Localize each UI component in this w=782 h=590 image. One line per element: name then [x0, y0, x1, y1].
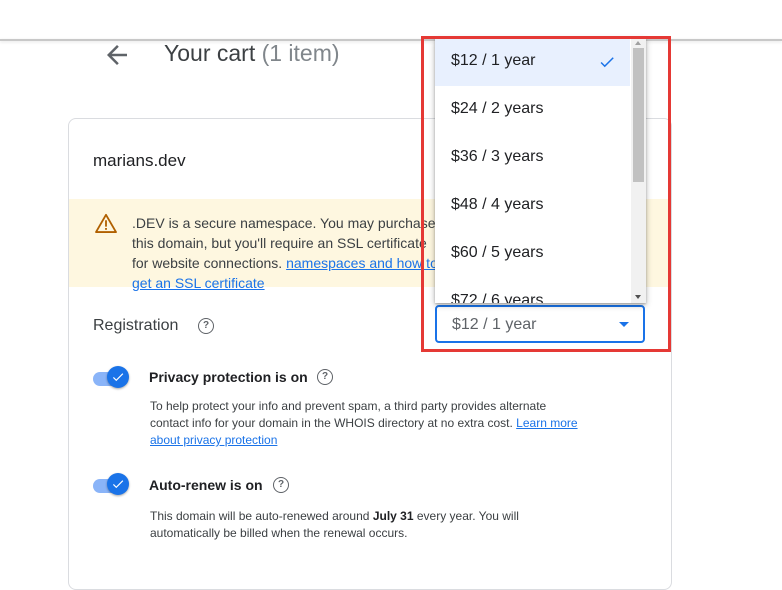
registration-label: Registration — [93, 317, 179, 334]
period-option-6-years[interactable]: $72 / 6 years — [435, 278, 630, 303]
registration-period-select[interactable]: $12 / 1 year — [435, 305, 645, 343]
privacy-protection-title: Privacy protection is on — [149, 369, 308, 385]
check-icon — [112, 480, 124, 489]
auto-renew-title: Auto-renew is on — [149, 477, 263, 493]
auto-renew-desc: This domain will be auto-renewed around … — [150, 508, 580, 542]
domain-name: marians.dev — [93, 151, 186, 170]
privacy-protection-desc: To help protect your info and prevent sp… — [150, 398, 580, 449]
privacy-desc-text: To help protect your info and prevent sp… — [150, 399, 547, 430]
arrow-back-icon — [107, 45, 127, 65]
period-option-label: $36 / 3 years — [451, 148, 544, 165]
privacy-help-icon[interactable]: ? — [317, 369, 333, 385]
toggle-knob — [107, 473, 129, 495]
period-option-1-year[interactable]: $12 / 1 year — [435, 38, 630, 86]
period-option-5-years[interactable]: $60 / 5 years — [435, 230, 630, 278]
registration-selected-value: $12 / 1 year — [452, 316, 537, 333]
back-button[interactable] — [102, 40, 132, 70]
auto-renew-toggle[interactable] — [93, 473, 129, 497]
scroll-down-arrow-icon[interactable] — [635, 295, 641, 299]
page-title-text: Your cart — [164, 40, 256, 66]
period-option-label: $48 / 4 years — [451, 196, 544, 213]
auto-renew-date: July 31 — [372, 509, 414, 523]
page-title: Your cart (1 item) — [164, 40, 340, 67]
registration-period-dropdown: $12 / 1 year $24 / 2 years $36 / 3 years… — [435, 38, 646, 303]
check-icon — [112, 373, 124, 382]
scrollbar-thumb[interactable] — [633, 48, 644, 182]
auto-renew-help-icon[interactable]: ? — [273, 477, 289, 493]
period-option-3-years[interactable]: $36 / 3 years — [435, 134, 630, 182]
registration-help-icon[interactable]: ? — [198, 318, 214, 334]
cart-item-count: (1 item) — [261, 40, 340, 66]
toggle-knob — [107, 366, 129, 388]
warning-icon — [95, 213, 117, 233]
auto-renew-desc-before: This domain will be auto-renewed around — [150, 509, 370, 523]
check-icon — [600, 57, 614, 68]
scroll-up-arrow-icon[interactable] — [635, 41, 641, 45]
period-option-label: $12 / 1 year — [451, 52, 536, 69]
period-option-label: $60 / 5 years — [451, 244, 544, 261]
period-option-2-years[interactable]: $24 / 2 years — [435, 86, 630, 134]
ssl-notice-text: .DEV is a secure namespace. You may purc… — [132, 213, 442, 293]
privacy-protection-toggle[interactable] — [93, 366, 129, 390]
dropdown-arrow-icon — [619, 322, 629, 327]
period-option-4-years[interactable]: $48 / 4 years — [435, 182, 630, 230]
period-option-label: $72 / 6 years — [451, 292, 544, 303]
period-option-label: $24 / 2 years — [451, 100, 544, 117]
dropdown-scrollbar[interactable] — [631, 38, 646, 303]
